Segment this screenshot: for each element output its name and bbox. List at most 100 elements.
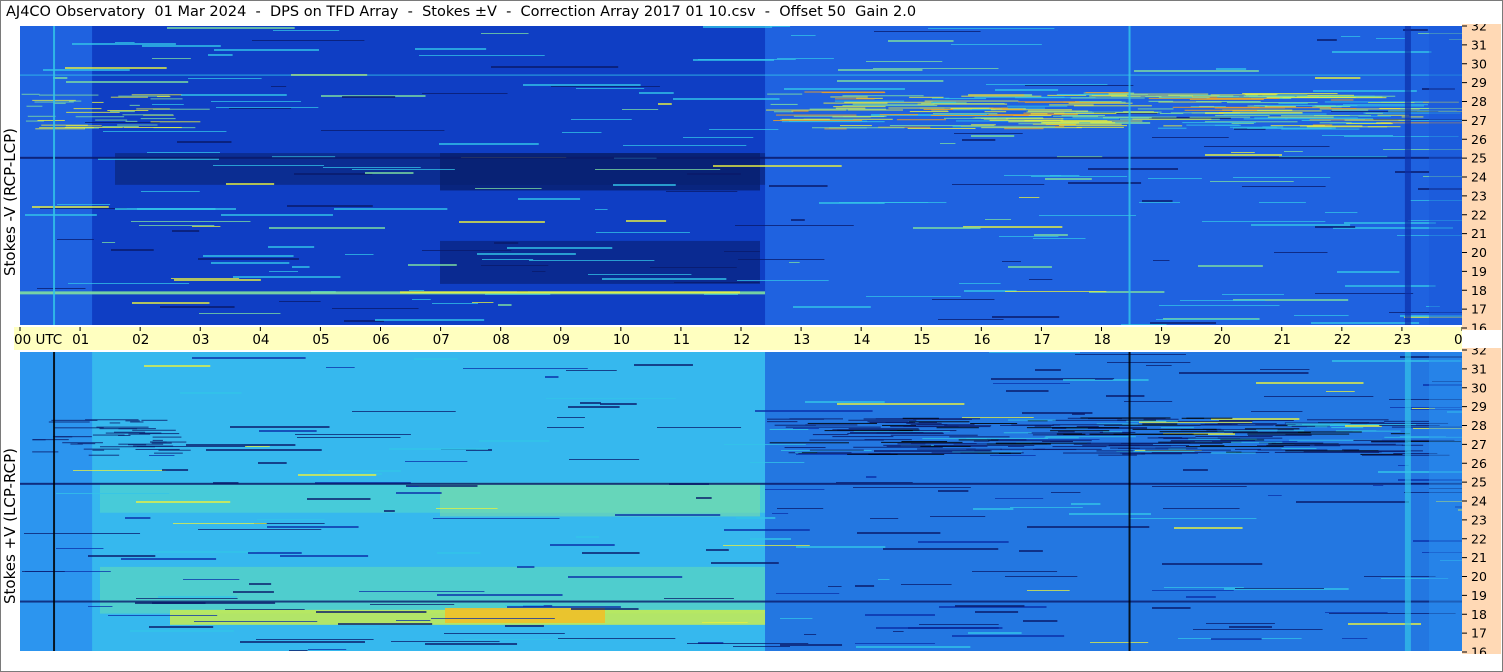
- active-band-streak: [791, 110, 809, 112]
- active-band-streak: [839, 125, 872, 127]
- rfi-streak: [352, 169, 455, 170]
- rfi-streak: [919, 624, 999, 625]
- time-tick-label: 05: [312, 332, 329, 348]
- rfi-streak: [687, 173, 741, 175]
- active-band-streak: [1026, 427, 1120, 429]
- active-band-streak: [834, 100, 905, 102]
- rfi-streak: [547, 427, 584, 428]
- rfi-streak: [32, 206, 109, 208]
- rfi-streak: [623, 145, 747, 146]
- active-band-streak: [1287, 424, 1345, 426]
- rfi-streak: [73, 470, 166, 471]
- time-tick-label: 02: [132, 332, 149, 348]
- active-band-streak: [896, 119, 946, 121]
- active-band-streak: [118, 428, 138, 430]
- rfi-streak: [1222, 294, 1284, 295]
- rfi-streak: [177, 141, 232, 143]
- rfi-streak: [1106, 395, 1145, 397]
- rfi-streak: [562, 132, 602, 133]
- rfi-streak: [464, 639, 586, 640]
- active-band-streak: [1195, 436, 1273, 438]
- rfi-streak: [171, 278, 240, 279]
- rfi-streak: [770, 26, 791, 27]
- rfi-streak: [342, 96, 396, 98]
- active-band-streak: [37, 119, 65, 121]
- rfi-streak: [1152, 486, 1247, 487]
- active-band-streak: [769, 428, 809, 430]
- rfi-streak: [993, 383, 1070, 384]
- rfi-streak: [221, 214, 333, 216]
- rfi-streak: [481, 265, 549, 266]
- active-band-streak: [953, 109, 996, 111]
- rfi-streak: [703, 26, 773, 28]
- active-band-streak: [26, 105, 43, 107]
- active-band-streak: [907, 127, 976, 129]
- rfi-streak: [940, 143, 956, 144]
- active-band-streak: [1049, 104, 1094, 106]
- rfi-streak: [576, 88, 645, 89]
- rfi-streak: [1248, 435, 1312, 436]
- rfi-streak: [1345, 285, 1436, 287]
- rfi-streak: [546, 398, 676, 399]
- rfi-streak: [724, 444, 806, 445]
- rfi-streak: [108, 615, 218, 616]
- rfi-streak: [551, 86, 660, 87]
- active-band-streak: [1210, 452, 1256, 454]
- rfi-streak: [938, 490, 969, 492]
- active-band-streak: [1113, 433, 1209, 435]
- active-band-streak: [53, 102, 66, 104]
- rfi-streak: [1211, 638, 1262, 640]
- active-band-streak: [1186, 417, 1233, 419]
- rfi-streak: [674, 282, 760, 283]
- active-band-streak: [901, 441, 948, 443]
- rfi-streak: [68, 283, 190, 284]
- freq-tick-label: 30: [1471, 56, 1487, 71]
- rfi-streak: [878, 202, 947, 203]
- rfi-streak: [326, 367, 355, 368]
- active-band-streak: [1141, 453, 1182, 455]
- active-band-streak: [1168, 448, 1187, 450]
- rfi-streak: [1259, 202, 1306, 203]
- vertical-line-0: [53, 352, 56, 651]
- active-band-streak: [850, 432, 924, 434]
- rfi-streak: [1025, 85, 1134, 86]
- rfi-streak: [389, 448, 489, 450]
- active-band-streak: [773, 120, 863, 122]
- rfi-streak: [932, 299, 995, 300]
- rfi-streak: [198, 258, 299, 260]
- active-band-streak: [848, 428, 919, 430]
- rfi-streak: [338, 623, 433, 625]
- active-band-streak: [85, 419, 139, 421]
- spectrogram-top-canvas: [20, 26, 1462, 325]
- freq-tick-label: 32: [1471, 348, 1487, 358]
- rfi-streak: [245, 446, 270, 447]
- active-band-streak: [832, 429, 898, 431]
- rfi-streak: [883, 548, 999, 550]
- rfi-streak: [463, 368, 588, 369]
- rfi-streak: [517, 566, 535, 568]
- active-band-streak: [1005, 118, 1064, 120]
- active-band-streak: [1034, 425, 1052, 427]
- active-band-streak: [1199, 105, 1215, 107]
- active-band-streak: [154, 452, 183, 454]
- rfi-streak: [1204, 146, 1330, 147]
- rfi-streak: [793, 306, 871, 308]
- rfi-streak: [529, 260, 655, 261]
- time-tick-label: 11: [673, 332, 690, 348]
- rfi-streak: [545, 376, 559, 378]
- rfi-streak: [706, 549, 729, 551]
- rfi-streak: [1156, 319, 1260, 320]
- rfi-streak: [874, 31, 981, 32]
- active-band-streak: [136, 108, 170, 110]
- rfi-streak: [1019, 550, 1043, 552]
- active-band-streak: [1244, 428, 1300, 430]
- rfi-streak: [391, 641, 500, 642]
- rfi-streak: [144, 365, 211, 367]
- rfi-streak: [1035, 369, 1061, 371]
- time-tick-label: 16: [973, 332, 990, 348]
- rfi-streak: [1284, 151, 1303, 152]
- active-band-streak: [767, 418, 825, 420]
- active-band-streak: [1231, 441, 1283, 443]
- bright-band-lower: [100, 566, 766, 614]
- active-band-streak: [158, 449, 191, 451]
